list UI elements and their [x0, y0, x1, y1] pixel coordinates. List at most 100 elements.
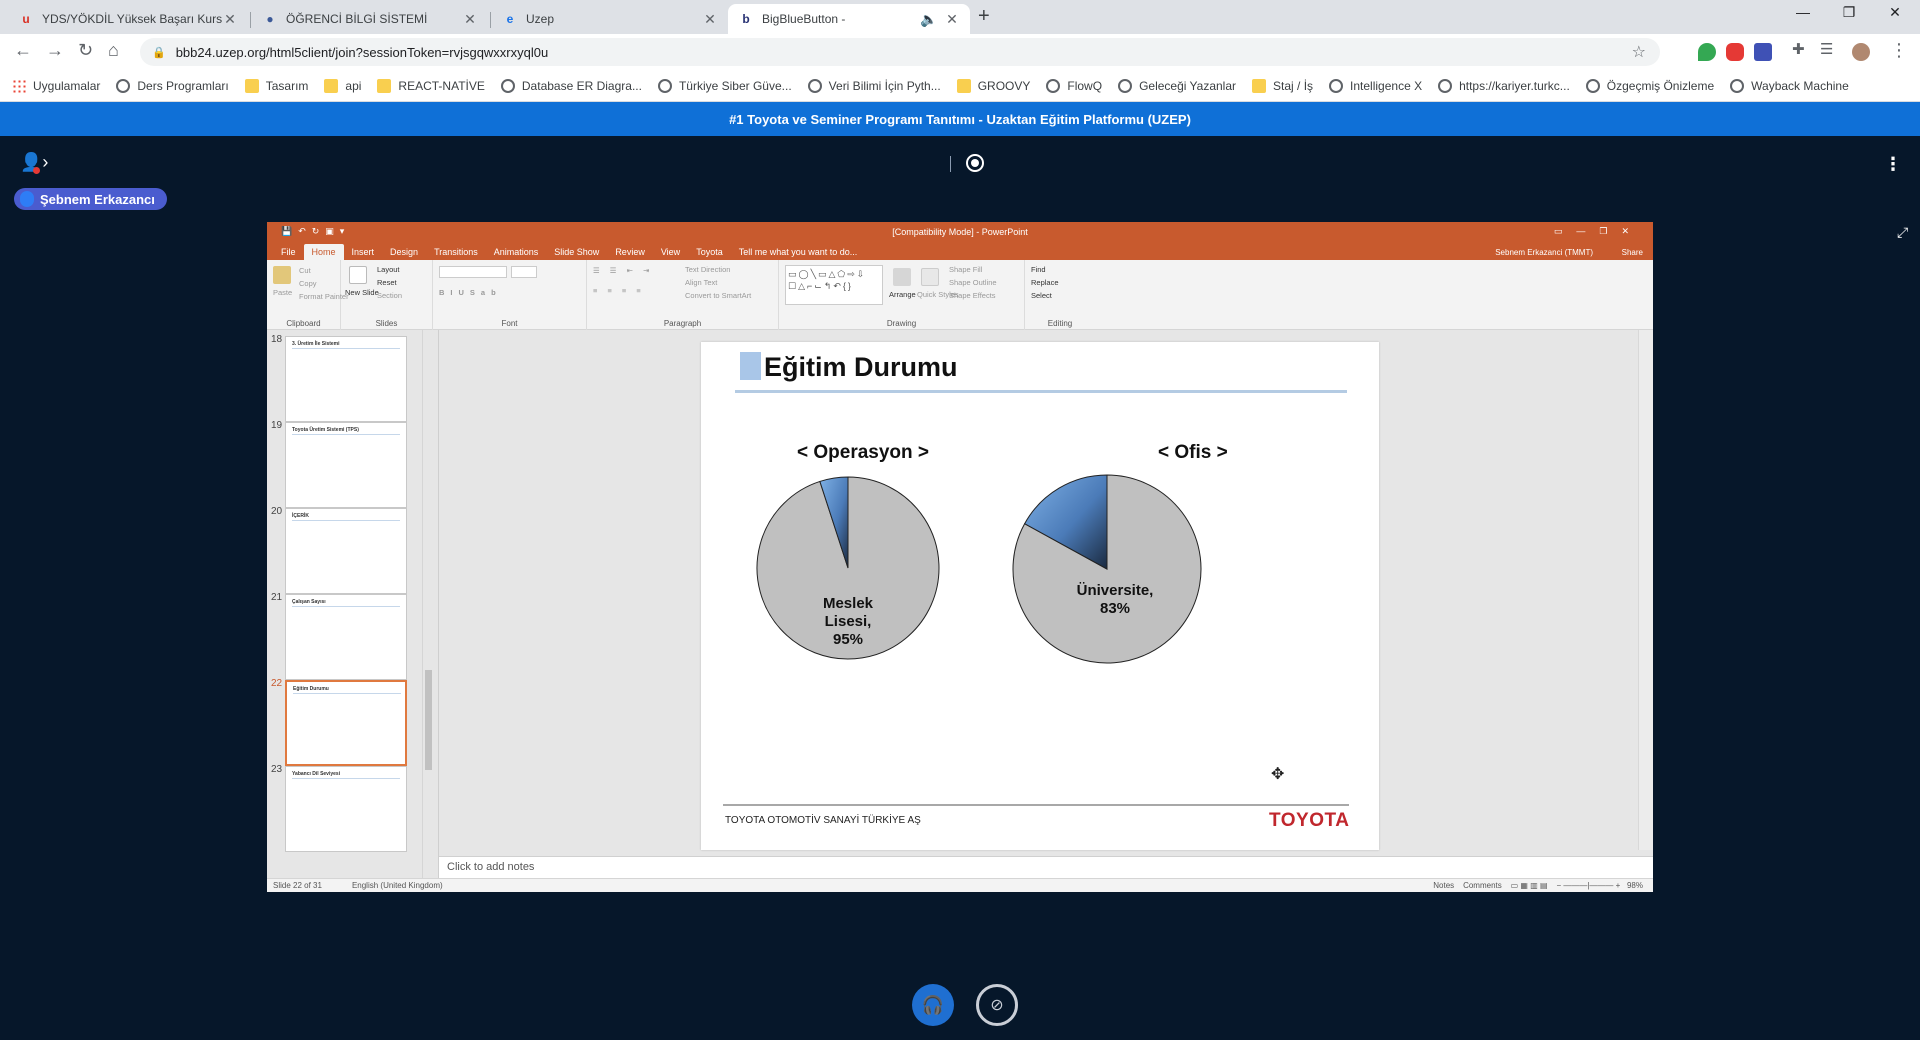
slide-thumbnail[interactable]: Yabancı Dil Seviyesi — [285, 766, 407, 852]
profile-avatar[interactable] — [1852, 43, 1870, 61]
convert-smartart-button[interactable]: Convert to SmartArt — [685, 291, 751, 300]
bookmark-item[interactable]: https://kariyer.turkc... — [1438, 78, 1570, 93]
ppt-tab[interactable]: Insert — [344, 247, 383, 260]
close-tab-icon[interactable]: ✕ — [944, 11, 960, 28]
shape-fill-button[interactable]: Shape Fill — [949, 265, 982, 274]
shape-effects-button[interactable]: Shape Effects — [949, 291, 996, 300]
ppt-tab[interactable]: Slide Show — [546, 247, 607, 260]
browser-tab-active[interactable]: b BigBlueButton - 🔈 ✕ — [728, 4, 970, 34]
reset-button[interactable]: Reset — [377, 278, 397, 287]
fullscreen-icon[interactable]: ⤢ — [1897, 224, 1908, 241]
zoom-level[interactable]: 98% — [1627, 881, 1643, 890]
address-bar[interactable]: 🔒 bbb24.uzep.org/html5client/join?sessio… — [140, 38, 1660, 66]
ppt-tab[interactable]: Transitions — [426, 247, 486, 260]
minimize-window-button[interactable]: — — [1780, 4, 1826, 20]
extensions-puzzle-icon[interactable]: ✚ — [1792, 40, 1805, 58]
slide-thumbnail[interactable]: Toyota Üretim Sistemi (TPS) — [285, 422, 407, 508]
find-button[interactable]: Find — [1031, 265, 1046, 274]
youtube-extension-icon[interactable] — [1726, 43, 1744, 61]
new-slide-button[interactable]: New Slide — [345, 288, 379, 297]
bookmark-item[interactable]: Veri Bilimi İçin Pyth... — [807, 78, 941, 93]
ppt-tab[interactable]: Toyota — [688, 247, 731, 260]
ppt-tab[interactable]: View — [653, 247, 688, 260]
arrange-icon[interactable] — [893, 268, 911, 286]
bookmark-item[interactable]: Ders Programları — [116, 78, 229, 93]
copy-button[interactable]: Copy — [299, 279, 317, 288]
notes-toggle[interactable]: Notes — [1433, 881, 1454, 890]
share-webcam-button[interactable]: ⊘ — [976, 984, 1018, 1026]
slide-thumbnail-selected[interactable]: Eğitim Durumu — [285, 680, 407, 766]
scrollbar-thumb[interactable] — [425, 670, 432, 770]
layout-button[interactable]: Layout — [377, 265, 400, 274]
close-tab-icon[interactable]: ✕ — [462, 11, 478, 28]
record-indicator-icon[interactable] — [966, 154, 984, 172]
close-window-button[interactable]: ✕ — [1872, 4, 1918, 21]
shield-extension-icon[interactable] — [1698, 43, 1716, 61]
ppt-tab[interactable]: Animations — [486, 247, 547, 260]
arrange-button[interactable]: Arrange — [889, 290, 916, 299]
comments-toggle[interactable]: Comments — [1463, 881, 1502, 890]
bookmark-star-icon[interactable]: ☆ — [1632, 42, 1646, 62]
chrome-menu-icon[interactable]: ⋮ — [1890, 40, 1908, 61]
slide-thumbnail[interactable]: Çalışan Sayısı — [285, 594, 407, 680]
paste-icon[interactable] — [273, 266, 291, 284]
bookmark-item[interactable]: Tasarım — [244, 78, 308, 93]
leave-audio-button[interactable]: 🎧 — [912, 984, 954, 1026]
bookmark-item[interactable]: GROOVY — [956, 78, 1030, 93]
paste-button[interactable]: Paste — [273, 288, 292, 297]
back-icon[interactable]: ← — [14, 40, 32, 61]
ppt-tab[interactable]: File — [273, 247, 304, 260]
tab-audio-icon[interactable]: 🔈 — [920, 11, 937, 28]
home-icon[interactable]: ⌂ — [108, 40, 119, 61]
align-icons[interactable]: ≡ ≡ ≡ ≡ — [593, 286, 645, 295]
slide-scrollbar[interactable] — [1638, 330, 1653, 850]
options-menu-icon[interactable]: ⋮ — [1884, 154, 1902, 175]
select-button[interactable]: Select — [1031, 291, 1052, 300]
thumbnail-scrollbar[interactable] — [422, 330, 434, 878]
browser-tab[interactable]: u YDS/YÖKDİL Yüksek Başarı Kursu ✕ — [8, 4, 248, 34]
talking-indicator[interactable]: Şebnem Erkazancı — [14, 188, 167, 210]
text-direction-button[interactable]: Text Direction — [685, 265, 730, 274]
bookmark-item[interactable]: REACT-NATİVE — [377, 78, 485, 93]
restore-window-button[interactable]: ❐ — [1826, 4, 1872, 21]
calendar-extension-icon[interactable] — [1754, 43, 1772, 61]
list-icons[interactable]: ☰ ☰ ⇤ ⇥ — [593, 266, 653, 275]
language-status[interactable]: English (United Kingdom) — [352, 881, 443, 890]
bookmark-item[interactable]: Intelligence X — [1329, 78, 1422, 93]
ppt-window-controls[interactable]: ▭—❐✕ — [1554, 226, 1643, 237]
section-button[interactable]: Section — [377, 291, 402, 300]
close-tab-icon[interactable]: ✕ — [222, 11, 238, 28]
ppt-tab[interactable]: Tell me what you want to do... — [731, 247, 866, 260]
ppt-share-button[interactable]: Share — [1622, 248, 1643, 257]
reload-icon[interactable]: ↻ — [78, 40, 93, 61]
ppt-tab[interactable]: Review — [607, 247, 653, 260]
forward-icon[interactable]: → — [46, 40, 64, 61]
align-text-button[interactable]: Align Text — [685, 278, 717, 287]
bookmark-item[interactable]: FlowQ — [1046, 78, 1102, 93]
quick-access-toolbar[interactable]: 💾↶↻▣▾ — [281, 226, 350, 237]
quick-styles-icon[interactable] — [921, 268, 939, 286]
bookmark-item[interactable]: Özgeçmiş Önizleme — [1585, 78, 1714, 93]
browser-tab[interactable]: ● ÖĞRENCİ BİLGİ SİSTEMİ ✕ — [252, 4, 488, 34]
zoom-slider[interactable]: − ———|——— + — [1556, 881, 1620, 890]
font-format-icons[interactable]: BIUSab — [439, 288, 502, 297]
notes-pane[interactable]: Click to add notes — [439, 856, 1653, 878]
bookmark-item[interactable]: Database ER Diagra... — [500, 78, 642, 93]
bookmark-item[interactable]: api — [324, 78, 361, 93]
slide-thumbnail[interactable]: İÇERİK — [285, 508, 407, 594]
shape-outline-button[interactable]: Shape Outline — [949, 278, 997, 287]
replace-button[interactable]: Replace — [1031, 278, 1059, 287]
ppt-tab[interactable]: Design — [382, 247, 426, 260]
view-buttons-icon[interactable]: ▭ ▦ ▥ ▤ — [1511, 881, 1548, 890]
reading-list-icon[interactable]: ☰ — [1820, 40, 1833, 58]
bookmark-item[interactable]: Türkiye Siber Güve... — [657, 78, 792, 93]
font-name-field[interactable] — [439, 266, 507, 278]
font-size-field[interactable] — [511, 266, 537, 278]
cut-button[interactable]: Cut — [299, 266, 311, 275]
bookmark-item[interactable]: Uygulamalar — [12, 78, 100, 93]
new-tab-button[interactable]: + — [978, 5, 990, 28]
bookmark-item[interactable]: Staj / İş — [1252, 78, 1313, 93]
shapes-gallery[interactable]: ▭◯╲▭△⬠⇨⇩ ☐△⌐⌙↰↶{} — [785, 265, 883, 305]
bookmark-item[interactable]: Wayback Machine — [1730, 78, 1849, 93]
ppt-tab[interactable]: Home — [303, 244, 344, 260]
